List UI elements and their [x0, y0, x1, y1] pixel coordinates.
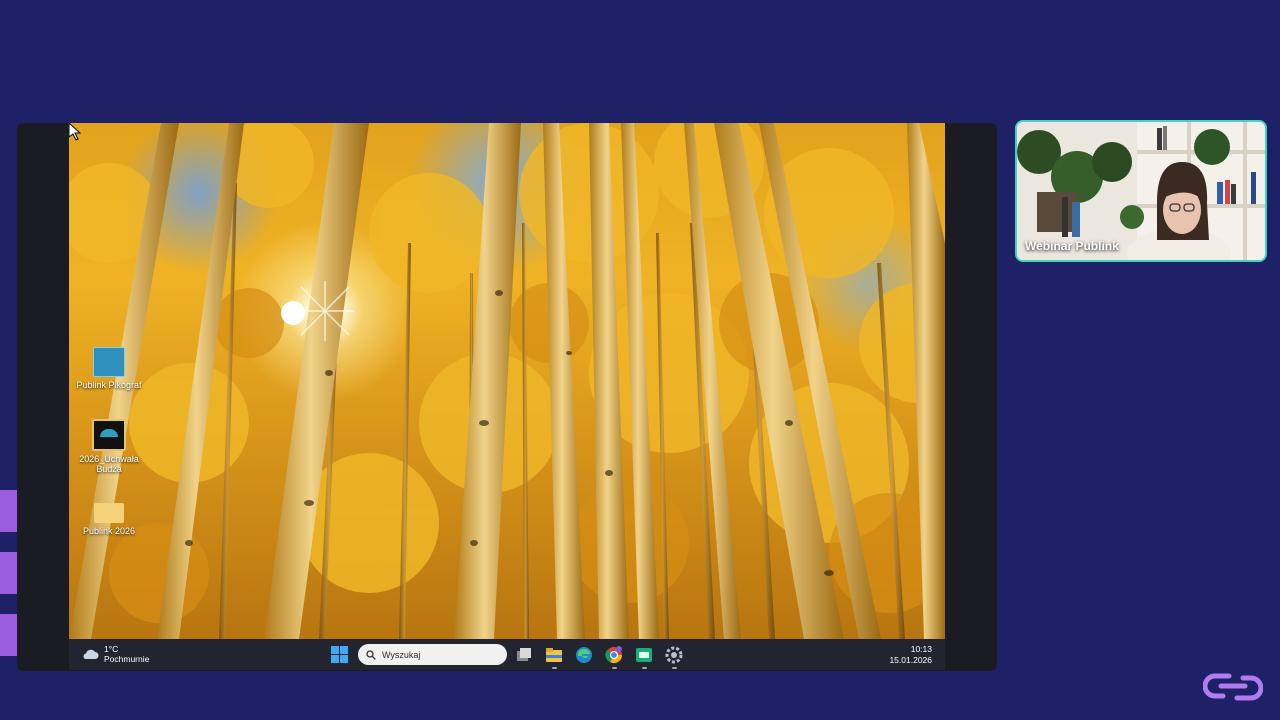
- clock-date: 15.01.2026: [889, 655, 932, 665]
- document-thumbnail-icon: [92, 419, 126, 451]
- desktop-wallpaper: Publink Pikograf 2026_Uchwała Budża Publ…: [69, 123, 945, 639]
- settings-icon[interactable]: [665, 646, 683, 669]
- chrome-icon[interactable]: [605, 646, 623, 669]
- publink-shortcut-icon: [93, 347, 125, 377]
- search-icon: [366, 649, 376, 660]
- participant-video-tile[interactable]: Webinar Publink: [1015, 120, 1267, 262]
- weather-condition: Pochmurnie: [104, 654, 150, 664]
- desktop-icon-label: Publink 2026: [82, 526, 136, 536]
- desktop-icon-uchwala[interactable]: 2026_Uchwała Budża: [69, 419, 149, 474]
- weather-widget[interactable]: 1°C Pochmurnie: [81, 644, 149, 664]
- system-clock[interactable]: 10:13 15.01.2026: [889, 644, 932, 666]
- taskbar: 1°C Pochmurnie Wyszukaj 10:13 15.01.2026: [69, 639, 945, 670]
- mouse-cursor-icon: [69, 123, 81, 141]
- cloud-icon: [83, 649, 99, 659]
- taskbar-search-box[interactable]: Wyszukaj: [358, 644, 507, 665]
- running-indicator: [642, 667, 647, 669]
- left-tab: [0, 614, 17, 656]
- desktop-icon-publink-2026[interactable]: Publink 2026: [69, 499, 149, 536]
- search-placeholder: Wyszukaj: [382, 649, 421, 660]
- left-tab: [0, 490, 17, 532]
- publink-logo-icon: [1203, 673, 1263, 701]
- desktop-icon-label: Publink Pikograf: [76, 380, 142, 390]
- desktop-icon-label: 2026_Uchwała Budża: [79, 454, 139, 474]
- app-green-icon[interactable]: [635, 646, 653, 669]
- task-view-icon[interactable]: [515, 646, 533, 664]
- edge-icon[interactable]: [575, 646, 593, 664]
- file-explorer-icon[interactable]: [545, 646, 563, 669]
- weather-temperature: 1°C: [104, 644, 119, 654]
- running-indicator: [672, 667, 677, 669]
- windows-start-button[interactable]: [331, 646, 348, 663]
- left-tab: [0, 552, 17, 594]
- aspen-forest-wallpaper: [69, 123, 945, 639]
- running-indicator: [612, 667, 617, 669]
- clock-time: 10:13: [910, 644, 932, 654]
- running-indicator: [552, 667, 557, 669]
- folder-icon: [94, 503, 124, 523]
- desktop-icon-publink-pikograf[interactable]: Publink Pikograf: [69, 347, 149, 390]
- participant-name: Webinar Publink: [1025, 239, 1119, 253]
